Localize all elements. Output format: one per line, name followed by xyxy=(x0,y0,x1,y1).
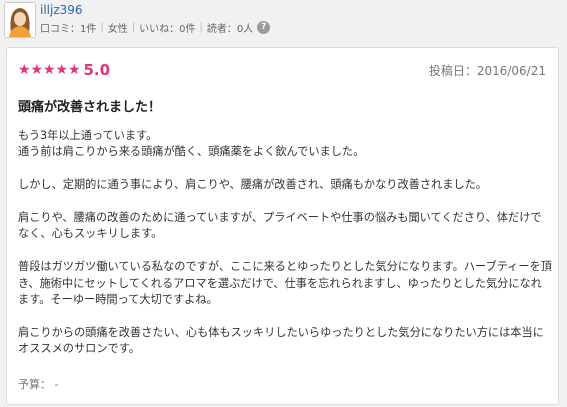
review-body: もう3年以上通っています。 通う前は肩こりから来る頭痛が酷く、頭痛薬をよく飲んでい… xyxy=(18,128,552,374)
star-icon: ★ xyxy=(18,62,31,78)
budget-value: - xyxy=(54,378,59,391)
star-icon: ★ xyxy=(30,62,44,78)
review-paragraph: もう3年以上通っています。 通う前は肩こりから来る頭痛が酷く、頭痛薬をよく飲んでい… xyxy=(18,129,365,159)
review-title: 頭痛が改善されました！ xyxy=(18,100,162,115)
avatar-icon xyxy=(5,3,35,37)
reader-count: 読者：0人 xyxy=(206,24,254,35)
review-count: 口コミ：1件 xyxy=(40,24,97,35)
rating-score: 5.0 xyxy=(83,61,111,79)
budget: 予算： - xyxy=(18,376,58,392)
meta-separator: | xyxy=(199,22,203,33)
gender: 女性 xyxy=(107,24,128,35)
star-rating: ★ ★ ★ ★ ★ xyxy=(18,63,81,77)
review-paragraph: しかし、定期的に通う事により、肩こりや、腰痛が改善され、頭痛もかなり改善されまし… xyxy=(18,178,487,192)
posted-date: 投稿日：2016/06/21 xyxy=(428,64,546,78)
review-card: ★ ★ ★ ★ ★ 5.0 投稿日：2016/06/21 頭痛が改善されました！ もう3… xyxy=(6,47,559,405)
rating: ★ ★ ★ ★ ★ 5.0 xyxy=(18,62,110,78)
budget-label: 予算： xyxy=(18,378,51,391)
review-paragraph: 普段はガツガツ働いている私なのですが、ここに来るとゆったりとした気分になります。… xyxy=(18,260,552,307)
review-paragraph: 肩こりからの頭痛を改善さたい、心も体もスッキリしたいらゆったりとした気分になりた… xyxy=(18,325,544,356)
user-header: illjz396 口コミ：1件 | 女性 | いいね：0件 | 読者：0人 ? xyxy=(0,0,567,40)
username-link[interactable]: illjz396 xyxy=(40,3,83,17)
like-count: いいね：0件 xyxy=(139,24,196,35)
star-icon: ★ xyxy=(55,62,69,78)
avatar[interactable] xyxy=(4,2,36,38)
star-icon: ★ xyxy=(43,62,56,78)
star-icon: ★ xyxy=(68,62,81,78)
user-meta: 口コミ：1件 | 女性 | いいね：0件 | 読者：0人 ? xyxy=(40,20,271,35)
meta-separator: | xyxy=(131,22,136,33)
meta-separator: | xyxy=(100,22,104,33)
help-icon[interactable]: ? xyxy=(257,21,271,34)
review-paragraph: 肩こりや、腰痛の改善のために通っていますが、プライベートや仕事の悩みも聞いてくだ… xyxy=(18,211,542,241)
